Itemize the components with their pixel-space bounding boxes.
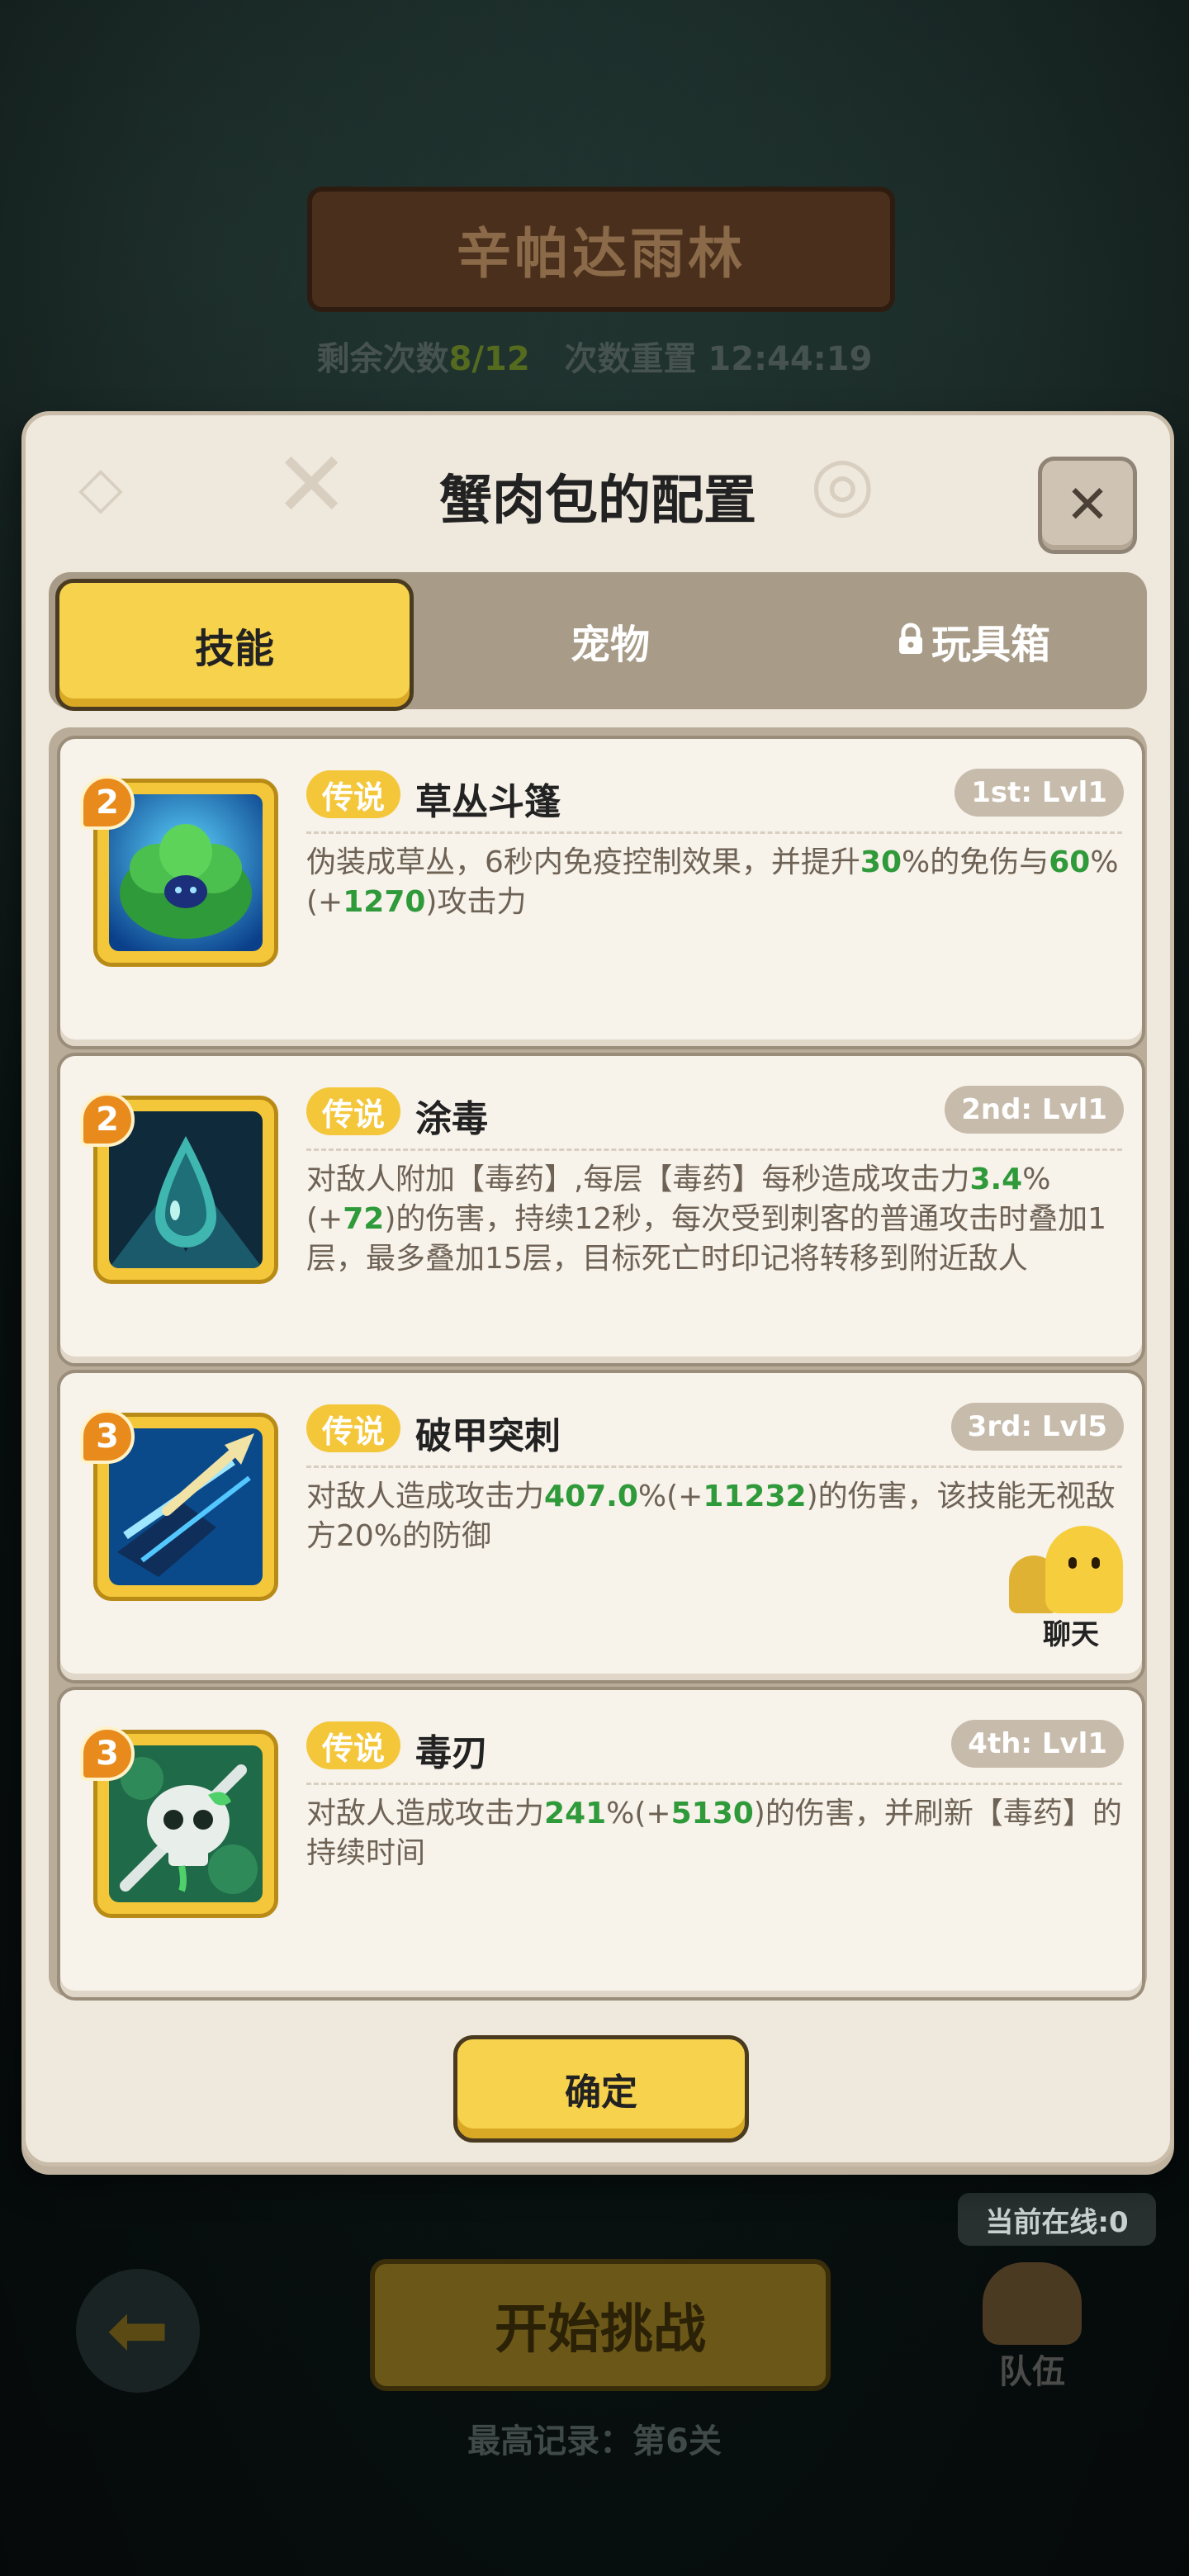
skill-name: 破甲突刺 [415, 1415, 561, 1457]
skill-description: 对敌人造成攻击力407.0%(+11232)的伤害，该技能无视敌方20%的防御 [306, 1480, 1116, 1553]
skill-name: 涂毒 [415, 1098, 488, 1140]
tab-toybox-label: 玩具箱 [931, 622, 1050, 668]
skill-description: 伪装成草丛，6秒内免疫控制效果，并提升30%的免伤与60%(+1270)攻击力 [306, 845, 1119, 919]
bush-cloak-icon [109, 794, 263, 951]
divider [306, 1783, 1122, 1785]
stage-title-plank: 辛帕达雨林 [307, 187, 895, 312]
skill-slot-tag: 3rd: Lvl5 [950, 1403, 1124, 1451]
rarity-tag: 传说 [306, 770, 400, 818]
skill-card[interactable]: 2 传说 草丛斗篷 1st: Lvl1 伪装成草丛，6秒内免疫控制效果，并提升3… [57, 736, 1145, 1049]
skill-slot-tag: 4th: Lvl1 [951, 1720, 1124, 1768]
remaining-label: 剩余次数 [316, 340, 449, 378]
rarity-tag: 传说 [306, 1721, 400, 1769]
attempts-line: 剩余次数8/12 次数重置 12:44:19 [0, 332, 1189, 380]
start-challenge-label: 开始挑战 [495, 2299, 706, 2361]
divider [306, 831, 1122, 834]
tab-toybox[interactable]: 玩具箱 [841, 579, 1106, 703]
lock-icon [898, 623, 922, 654]
tab-pets[interactable]: 宠物 [478, 579, 742, 703]
team-label: 队伍 [999, 2353, 1065, 2391]
skill-list: 2 传说 草丛斗篷 1st: Lvl1 伪装成草丛，6秒内免疫控制效果，并提升3… [49, 727, 1147, 2001]
divider [306, 1148, 1122, 1151]
team-button[interactable]: 队伍 [974, 2262, 1090, 2394]
skill-card[interactable]: 3 传说 毒刃 4th: Lvl1 对敌人造成攻击力241%(+5130)的伤害… [57, 1687, 1145, 2001]
reset-label: 次数重置 [564, 340, 697, 378]
divider [306, 1466, 1122, 1468]
skill-name: 毒刃 [415, 1732, 488, 1774]
chat-mascot-icon [1045, 1526, 1123, 1613]
confirm-button[interactable]: 确定 [453, 2035, 749, 2143]
skill-card[interactable]: 3 传说 破甲突刺 3rd: Lvl5 对敌人造成攻击力407.0%(+1123… [57, 1370, 1145, 1683]
back-arrow-icon: ⬅ [107, 2287, 169, 2374]
loadout-dialog: ◇ ✕ ◎ 蟹肉包的配置 ✕ 技能 宠物 玩具箱 2 传说 草丛斗篷 1st: … [21, 411, 1174, 2166]
skill-description: 对敌人附加【毒药】,每层【毒药】每秒造成攻击力3.4%(+72)的伤害，持续12… [306, 1163, 1107, 1276]
poison-drop-icon [109, 1111, 263, 1268]
reset-time: 12:44:19 [708, 340, 873, 378]
team-icon [983, 2262, 1082, 2345]
online-count: 当前在线:0 [958, 2193, 1156, 2246]
skill-level-badge: 3 [80, 1409, 135, 1464]
back-button[interactable]: ⬅ [76, 2269, 200, 2393]
rarity-tag: 传说 [306, 1404, 400, 1452]
chat-button[interactable]: 聊天 [1009, 1522, 1133, 1651]
dialog-title: 蟹肉包的配置 [439, 471, 756, 532]
best-record: 最高记录：第6关 [467, 2422, 722, 2460]
poison-skull-icon [109, 1745, 263, 1902]
skill-level-badge: 2 [80, 775, 135, 830]
rarity-tag: 传说 [306, 1087, 400, 1135]
skill-level-badge: 2 [80, 1092, 135, 1147]
close-icon: ✕ [1065, 475, 1110, 536]
skill-card[interactable]: 2 传说 涂毒 2nd: Lvl1 对敌人附加【毒药】,每层【毒药】每秒造成攻击… [57, 1053, 1145, 1366]
tab-skills[interactable]: 技能 [55, 579, 414, 711]
skill-slot-tag: 1st: Lvl1 [955, 769, 1124, 817]
skill-level-badge: 3 [80, 1726, 135, 1781]
armor-pierce-icon [109, 1428, 263, 1585]
skill-name: 草丛斗篷 [415, 781, 561, 823]
skill-slot-tag: 2nd: Lvl1 [945, 1086, 1124, 1134]
tab-bar: 技能 宠物 玩具箱 [49, 572, 1147, 711]
remaining-value: 8/12 [448, 340, 530, 378]
skill-description: 对敌人造成攻击力241%(+5130)的伤害，并刷新【毒药】的持续时间 [306, 1797, 1122, 1870]
close-button[interactable]: ✕ [1038, 457, 1137, 554]
stage-title: 辛帕达雨林 [457, 222, 746, 286]
chat-label: 聊天 [1043, 1618, 1099, 1651]
start-challenge-button[interactable]: 开始挑战 [370, 2259, 831, 2391]
